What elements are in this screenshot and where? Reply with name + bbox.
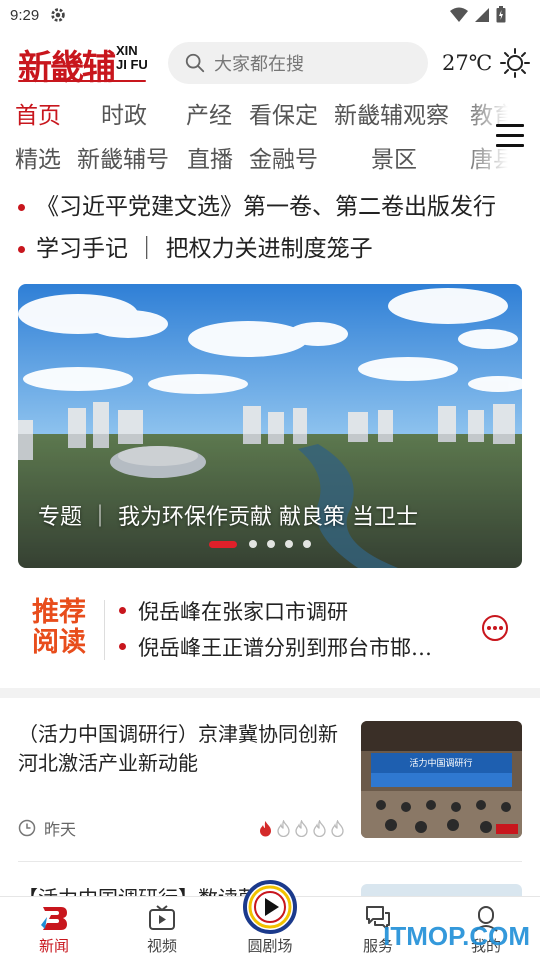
recommend-label-line2: 阅读 — [32, 627, 86, 658]
bottom-navigation: 新闻 视频 圆剧场 服务 我的 ITMOP.COM — [0, 880, 540, 960]
weather-widget[interactable]: 27℃ — [442, 48, 531, 78]
headline-item[interactable]: 学习手记 ｜ 把权力关进制度笼子 — [0, 230, 540, 272]
article-time: 昨天 — [44, 822, 77, 839]
clock-icon — [18, 819, 36, 837]
carousel-caption: 专题 ｜ 我为环保作贡献 献良策 当卫士 — [38, 505, 418, 530]
carousel-dot[interactable] — [285, 540, 293, 548]
flame-icon — [277, 820, 290, 837]
news-logo-icon — [41, 907, 67, 930]
menu-line — [496, 134, 524, 137]
wifi-icon — [450, 7, 468, 22]
status-icons — [450, 6, 506, 23]
bullet-dot — [119, 607, 126, 614]
channel-menu-button[interactable] — [496, 124, 524, 148]
play-circle-icon[interactable] — [242, 879, 298, 935]
channel-tabs: 首页 时政 产经 看保定 新畿辅观察 教育 精选 新畿辅号 直播 金融号 景区 … — [0, 96, 540, 182]
flame-icon — [295, 820, 308, 837]
divider — [104, 600, 105, 660]
tab-baoding[interactable]: 看保定 — [249, 96, 318, 130]
search-icon — [185, 53, 205, 73]
flame-icon — [331, 820, 344, 837]
menu-line — [496, 124, 524, 127]
carousel-dot[interactable] — [267, 540, 275, 548]
menu-line — [496, 144, 524, 147]
search-placeholder: 大家都在搜 — [214, 54, 304, 75]
logo-en-line1: XIN — [116, 43, 138, 58]
recommend-item[interactable]: 倪岳峰王正谱分别到邢台市邯… — [119, 632, 432, 662]
recommend-label: 推荐 阅读 — [32, 598, 92, 658]
recommend-item-text: 倪岳峰在张家口市调研 — [138, 600, 348, 624]
tab-xinjifu-account[interactable]: 新畿辅号 — [77, 140, 169, 174]
nav-label: 圆剧场 — [247, 938, 293, 955]
more-options-icon[interactable] — [481, 614, 509, 642]
recommend-item-text: 倪岳峰王正谱分别到邢台市邯… — [138, 636, 432, 660]
video-icon — [149, 905, 175, 930]
tab-home[interactable]: 首页 — [15, 96, 61, 130]
tab-observation[interactable]: 新畿辅观察 — [334, 96, 449, 130]
sun-icon — [500, 48, 531, 78]
bullet-dot — [18, 246, 25, 253]
status-bar: 9:29 — [0, 0, 540, 32]
nav-label: 视频 — [146, 938, 177, 955]
list-separator — [18, 861, 522, 862]
carousel-dot-active[interactable] — [209, 540, 237, 548]
article-title: （活力中国调研行）京津冀协同创新 河北激活产业新动能 — [18, 722, 338, 775]
recommend-label-line1: 推荐 — [32, 597, 86, 628]
site-watermark: ITMOP.COM — [383, 921, 530, 951]
article-meta: 昨天 — [18, 816, 76, 840]
recommended-reading: 推荐 阅读 倪岳峰在张家口市调研 倪岳峰王正谱分别到邢台市邯… — [0, 596, 540, 666]
signal-icon — [475, 7, 489, 22]
thumb-banner-text: 活力中国调研行 — [409, 757, 472, 769]
logo-english-text: XIN JI FU — [116, 44, 148, 72]
status-time: 9:29 — [10, 7, 40, 24]
headline-text: 学习手记 ｜ 把权力关进制度笼子 — [36, 236, 373, 262]
hero-carousel[interactable]: 专题 ｜ 我为环保作贡献 献良策 当卫士 — [18, 284, 522, 568]
top-headlines: 《习近平党建文选》第一卷、第二卷出版发行 学习手记 ｜ 把权力关进制度笼子 — [0, 188, 540, 272]
carousel-dot[interactable] — [249, 540, 257, 548]
section-divider — [0, 688, 540, 698]
battery-icon — [496, 6, 506, 23]
app-header: 新畿辅 XIN JI FU 大家都在搜 27℃ — [0, 40, 540, 90]
conference-photo: 活力中国调研行 — [361, 721, 522, 838]
settings-gear-icon — [51, 8, 65, 22]
bullet-dot — [119, 643, 126, 650]
carousel-dot[interactable] — [303, 540, 311, 548]
tab-live[interactable]: 直播 — [187, 140, 233, 174]
logo-underline — [18, 80, 146, 82]
flame-icon-filled — [260, 821, 271, 837]
heat-rating — [258, 820, 345, 837]
logo-en-line2: JI FU — [116, 57, 148, 72]
headline-item[interactable]: 《习近平党建文选》第一卷、第二卷出版发行 — [0, 188, 540, 230]
weather-temperature: 27℃ — [442, 51, 493, 75]
tab-scenic[interactable]: 景区 — [371, 140, 417, 174]
nav-label: 新闻 — [38, 938, 69, 955]
tab-politics[interactable]: 时政 — [101, 96, 147, 130]
flame-icon — [313, 820, 326, 837]
carousel-indicator — [209, 540, 311, 548]
search-box[interactable]: 大家都在搜 — [168, 42, 428, 84]
headline-text: 《习近平党建文选》第一卷、第二卷出版发行 — [36, 194, 496, 220]
tab-featured[interactable]: 精选 — [15, 140, 61, 174]
bullet-dot — [18, 204, 25, 211]
recommend-item[interactable]: 倪岳峰在张家口市调研 — [119, 596, 348, 626]
nav-video[interactable]: 视频 — [122, 903, 202, 956]
article-thumbnail: 活力中国调研行 — [361, 721, 522, 838]
nav-news[interactable]: 新闻 — [14, 903, 94, 956]
tab-economy[interactable]: 产经 — [186, 96, 232, 130]
news-article-card[interactable]: （活力中国调研行）京津冀协同创新 河北激活产业新动能 昨天 活力中国调研行 — [18, 720, 522, 860]
tab-finance-account[interactable]: 金融号 — [249, 140, 318, 174]
app-logo[interactable]: 新畿辅 XIN JI FU — [18, 40, 148, 88]
